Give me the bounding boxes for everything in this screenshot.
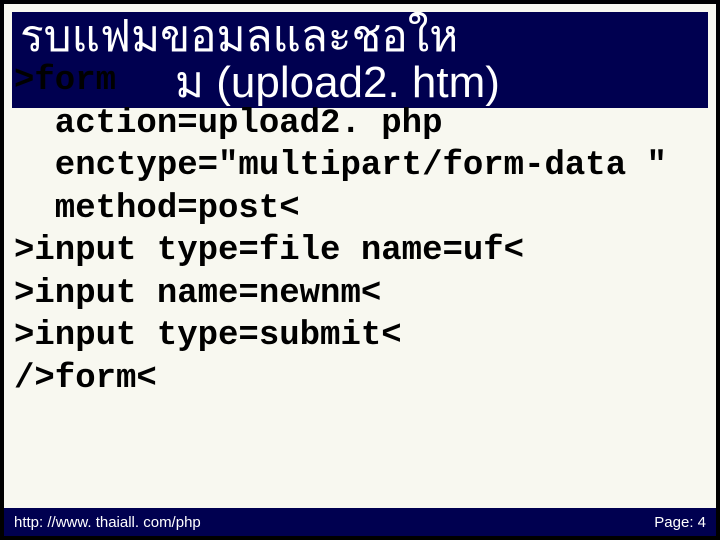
title-line-1: รบแฟมขอมลและชอให: [20, 14, 700, 60]
code-line-1: >form: [14, 60, 706, 103]
slide: รบแฟมขอมลและชอให ม (upload2. htm) >form …: [0, 0, 720, 540]
code-line-5: >input type=file name=uf<: [14, 230, 706, 273]
footer: http: //www. thaiall. com/php Page: 4: [4, 508, 716, 536]
footer-page: Page: 4: [654, 514, 706, 531]
code-line-6: >input name=newnm<: [14, 273, 706, 316]
code-line-7: >input type=submit<: [14, 315, 706, 358]
code-line-8: />form<: [14, 358, 706, 401]
code-block: >form action=upload2. php enctype="multi…: [14, 60, 706, 400]
code-line-3: enctype="multipart/form-data ": [14, 145, 706, 188]
code-line-4: method=post<: [14, 188, 706, 231]
code-line-2: action=upload2. php: [14, 103, 706, 146]
footer-url: http: //www. thaiall. com/php: [14, 514, 201, 531]
